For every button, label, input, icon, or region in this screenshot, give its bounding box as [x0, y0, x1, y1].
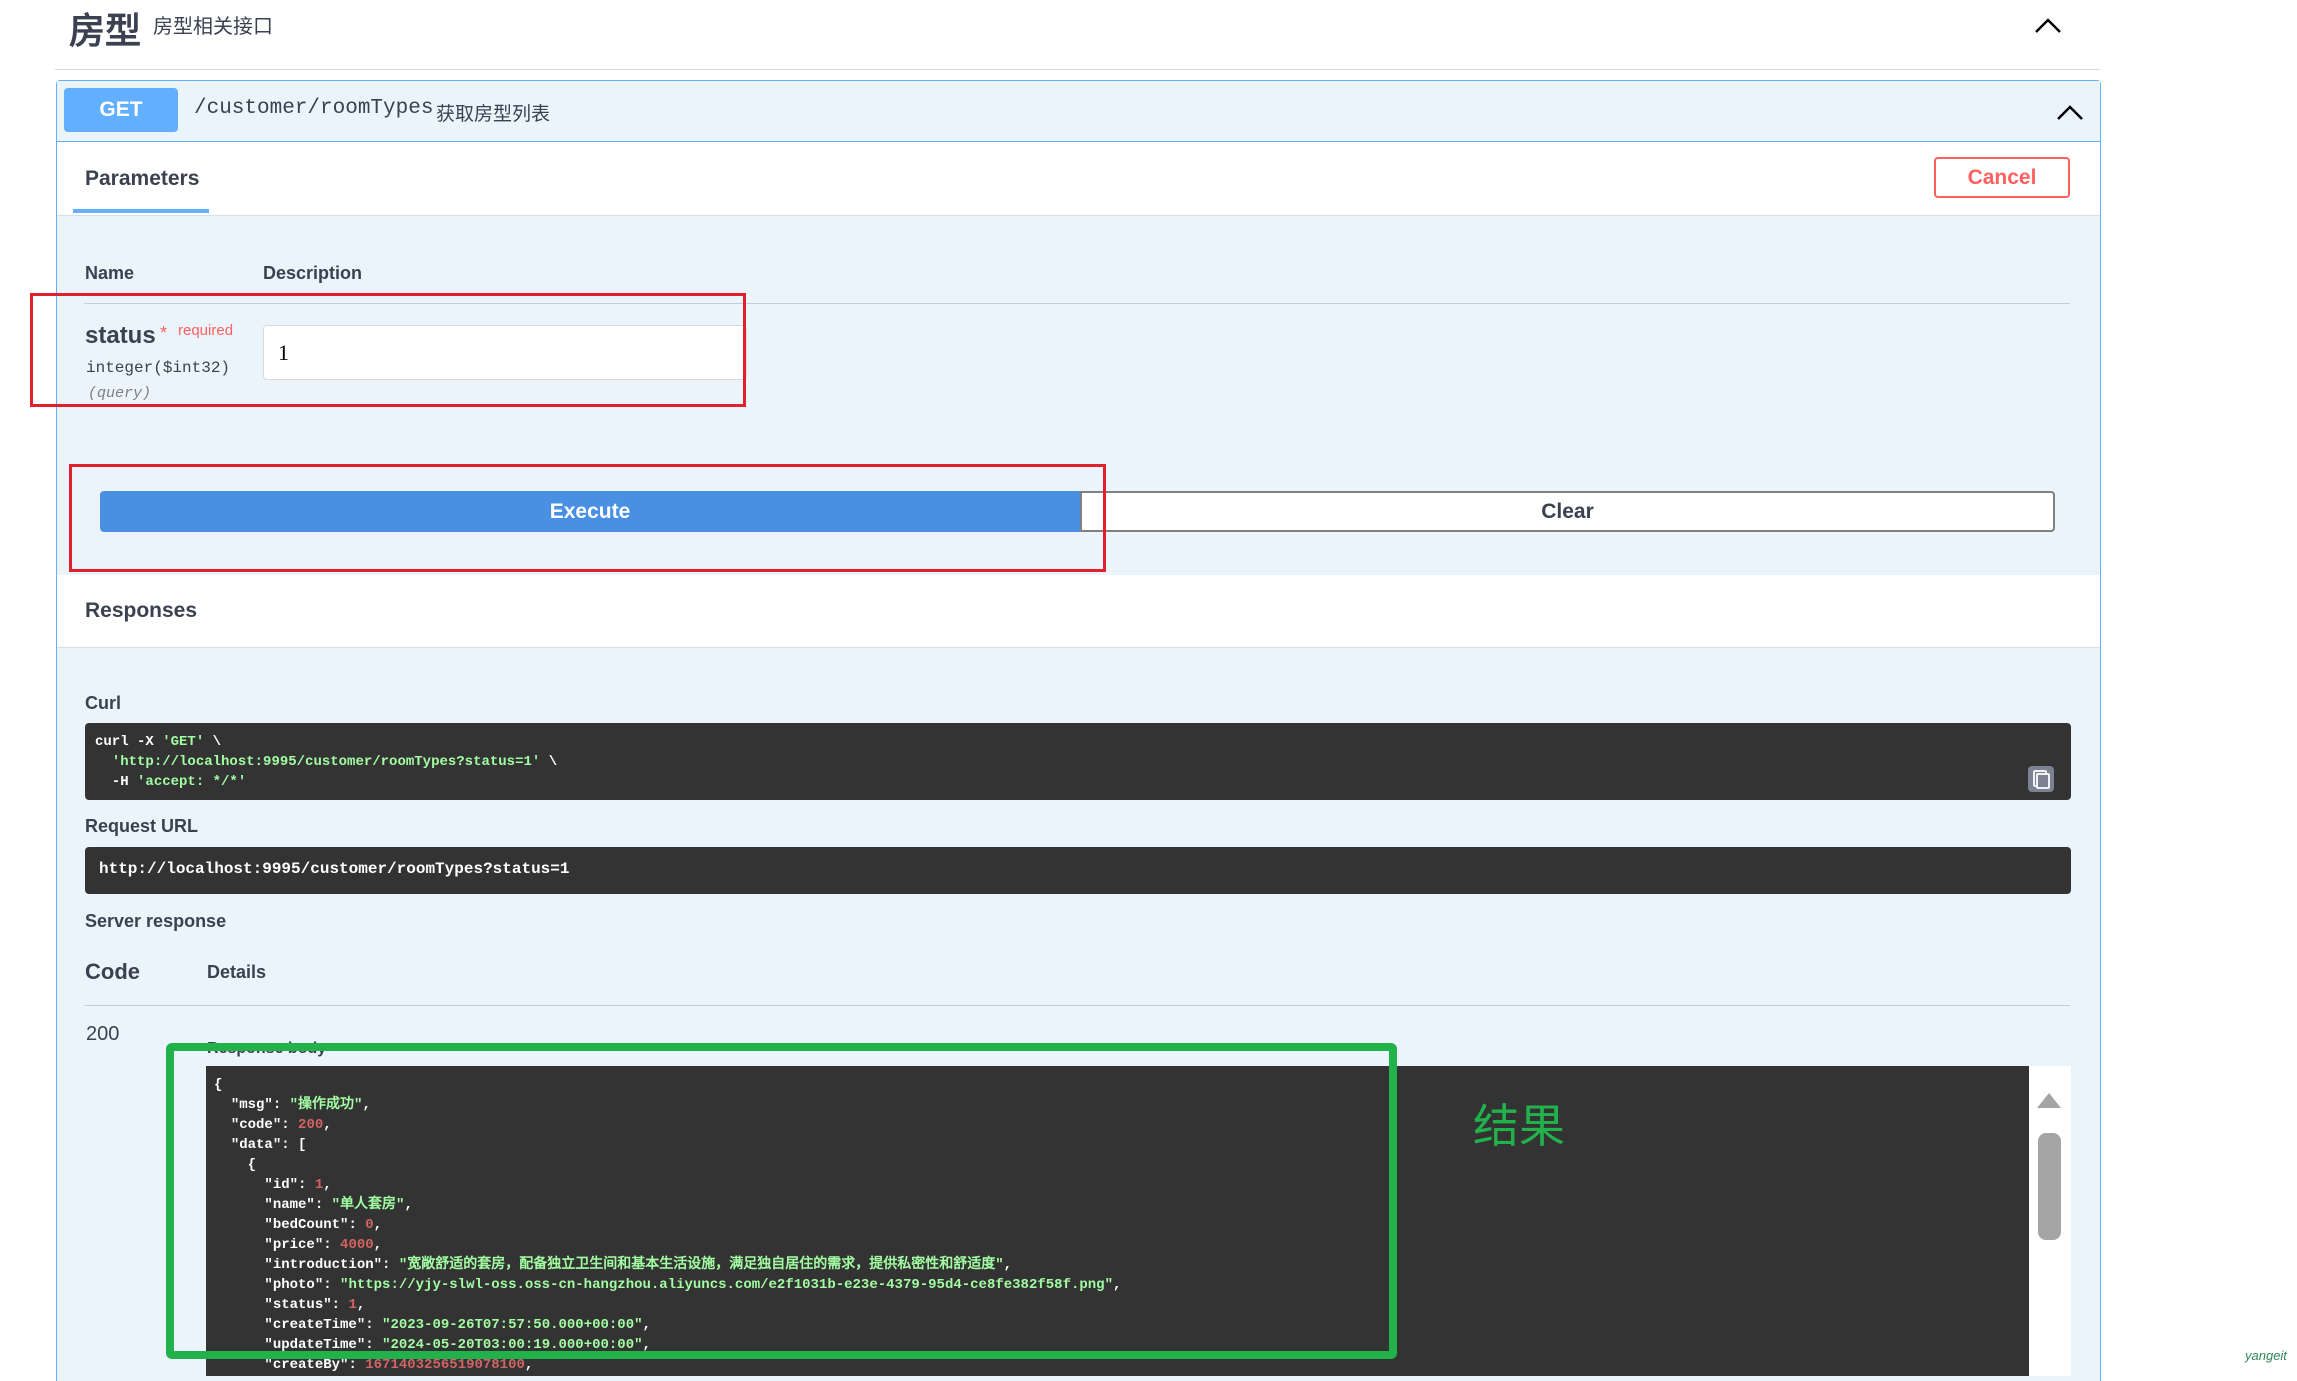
details-column-header: Details — [207, 962, 267, 982]
chevron-up-icon[interactable] — [2030, 10, 2066, 40]
operation-path: /customer/roomTypes — [194, 97, 434, 120]
annotation-box-param — [30, 293, 746, 407]
column-header-description: Description — [263, 263, 363, 283]
responses-header — [57, 575, 2100, 648]
response-table-divider — [84, 1005, 2070, 1006]
column-header-name: Name — [85, 263, 135, 283]
tag-title[interactable]: 房型 — [69, 2, 141, 54]
scrollbar-thumb[interactable] — [2038, 1133, 2061, 1240]
collapse-chevron-icon[interactable] — [2052, 97, 2088, 127]
curl-code: curl -X 'GET' \ 'http://localhost:9995/c… — [95, 734, 558, 790]
tab-active-indicator — [73, 209, 209, 213]
method-badge: GET — [64, 88, 178, 132]
server-response-label: Server response — [85, 911, 227, 931]
operation-summary-text: 获取房型列表 — [436, 104, 551, 125]
watermark: yangeit — [2245, 1348, 2287, 1363]
tag-description: 房型相关接口 — [153, 16, 273, 38]
cancel-button[interactable]: Cancel — [1934, 157, 2070, 198]
clear-button[interactable]: Clear — [1080, 491, 2055, 532]
request-url: http://localhost:9995/customer/roomTypes… — [99, 860, 570, 878]
parameters-header — [57, 142, 2100, 216]
status-code: 200 — [86, 1023, 120, 1045]
curl-label: Curl — [85, 693, 121, 713]
request-url-label: Request URL — [85, 816, 199, 836]
tag-divider — [55, 69, 2100, 70]
annotation-box-execute — [69, 464, 1106, 572]
code-column-header: Code — [85, 959, 140, 984]
tab-parameters[interactable]: Parameters — [85, 167, 199, 191]
annotation-result-label: 结果 — [1473, 1100, 1565, 1152]
scroll-up-arrow-icon[interactable] — [2035, 1090, 2063, 1110]
annotation-box-result — [166, 1043, 1397, 1359]
copy-to-clipboard-icon[interactable] — [2027, 765, 2055, 793]
responses-title: Responses — [85, 599, 198, 622]
